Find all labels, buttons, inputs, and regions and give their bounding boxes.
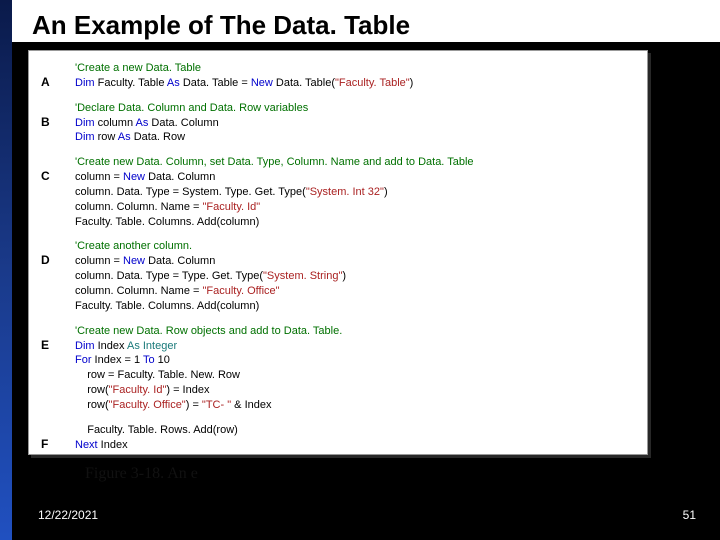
code-line: Dim Index As Integer — [75, 339, 637, 354]
code-line: 'Declare Data. Column and Data. Row vari… — [75, 101, 637, 116]
code-lines: 'Create new Data. Row objects and add to… — [75, 324, 637, 413]
code-line: 'Create new Data. Column, set Data. Type… — [75, 155, 637, 170]
code-line: For Index = 1 To 10 — [75, 353, 637, 368]
code-line: column = New Data. Column — [75, 254, 637, 269]
code-line: column. Column. Name = "Faculty. Office" — [75, 284, 637, 299]
code-line: column. Data. Type = System. Type. Get. … — [75, 185, 637, 200]
code-line: 'Create new Data. Row objects and add to… — [75, 324, 637, 339]
code-line: column = New Data. Column — [75, 170, 637, 185]
figure-caption: Figure 3-18. An e — [85, 465, 198, 483]
code-block: F Faculty. Table. Rows. Add(row)Next Ind… — [41, 423, 637, 453]
code-lines: 'Create a new Data. TableDim Faculty. Ta… — [75, 61, 637, 91]
code-line: Faculty. Table. Columns. Add(column) — [75, 215, 637, 230]
code-lines: 'Declare Data. Column and Data. Row vari… — [75, 101, 637, 146]
code-block: B'Declare Data. Column and Data. Row var… — [41, 101, 637, 146]
code-block: A'Create a new Data. TableDim Faculty. T… — [41, 61, 637, 91]
block-label: A — [41, 61, 75, 91]
code-block: C'Create new Data. Column, set Data. Typ… — [41, 155, 637, 229]
block-label: F — [41, 423, 75, 453]
code-line: column. Data. Type = Type. Get. Type("Sy… — [75, 269, 637, 284]
code-line: Next Index — [75, 438, 637, 453]
code-block: E'Create new Data. Row objects and add t… — [41, 324, 637, 413]
code-line: column. Column. Name = "Faculty. Id" — [75, 200, 637, 215]
code-lines: Faculty. Table. Rows. Add(row)Next Index — [75, 423, 637, 453]
block-label: C — [41, 155, 75, 229]
code-line: row("Faculty. Id") = Index — [75, 383, 637, 398]
gradient-strip — [0, 0, 12, 540]
block-label: B — [41, 101, 75, 146]
code-example-box: A'Create a new Data. TableDim Faculty. T… — [28, 50, 648, 455]
slide-date: 12/22/2021 — [38, 508, 98, 522]
code-line: Dim Faculty. Table As Data. Table = New … — [75, 76, 637, 91]
code-line: 'Create a new Data. Table — [75, 61, 637, 76]
code-block: D'Create another column.column = New Dat… — [41, 239, 637, 313]
code-line: 'Create another column. — [75, 239, 637, 254]
code-line: row("Faculty. Office") = "TC- " & Index — [75, 398, 637, 413]
code-lines: 'Create another column.column = New Data… — [75, 239, 637, 313]
code-line: Dim row As Data. Row — [75, 130, 637, 145]
block-label: D — [41, 239, 75, 313]
code-line: row = Faculty. Table. New. Row — [75, 368, 637, 383]
code-line: Dim column As Data. Column — [75, 116, 637, 131]
slide-title: An Example of The Data. Table — [28, 10, 414, 41]
block-label: E — [41, 324, 75, 413]
code-lines: 'Create new Data. Column, set Data. Type… — [75, 155, 637, 229]
code-line: Faculty. Table. Rows. Add(row) — [75, 423, 637, 438]
slide-number: 51 — [683, 508, 696, 522]
code-line: Faculty. Table. Columns. Add(column) — [75, 299, 637, 314]
